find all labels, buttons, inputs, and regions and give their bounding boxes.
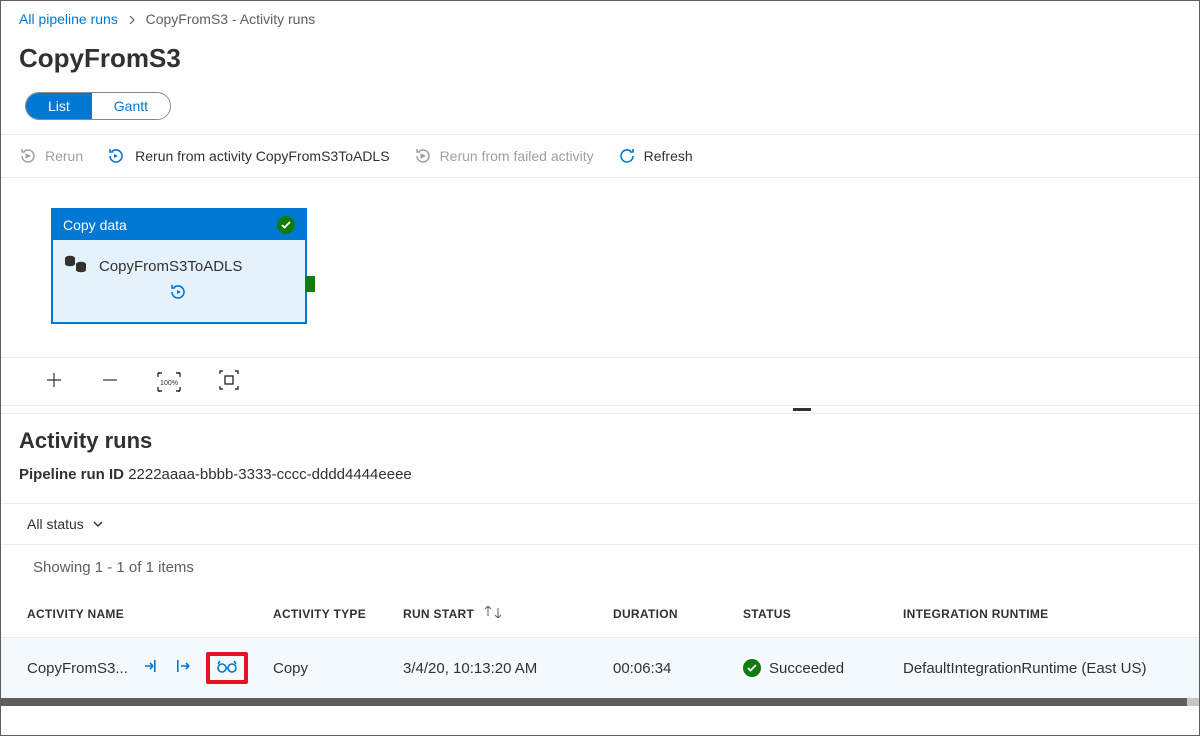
rerun-label: Rerun [45,148,83,164]
success-status-icon [743,659,761,677]
zoom-in-button[interactable] [45,371,63,392]
cell-status: Succeeded [769,660,844,677]
cell-duration: 00:06:34 [601,638,731,699]
sort-icon [484,606,502,618]
input-details-icon[interactable] [142,657,160,679]
rerun-failed-icon [414,147,432,165]
rerun-from-label: Rerun from activity CopyFromS3ToADLS [135,148,389,164]
col-duration[interactable]: DURATION [601,590,731,638]
view-toggle-gantt[interactable]: Gantt [92,93,170,119]
breadcrumb-root-link[interactable]: All pipeline runs [19,11,118,27]
status-filter-label: All status [27,516,84,532]
pipeline-run-id-value: 2222aaaa-bbbb-3333-cccc-dddd4444eeee [128,466,412,483]
refresh-icon [618,147,636,165]
rerun-activity-icon[interactable] [169,283,189,301]
details-glasses-icon[interactable] [206,652,248,684]
table-row[interactable]: CopyFromS3... Copy 3/4/20, 10:13:20 AM [1,638,1199,699]
activity-card-name: CopyFromS3ToADLS [99,258,242,275]
view-toggle-list[interactable]: List [26,93,92,119]
zoom-out-button[interactable] [101,371,119,392]
chevron-down-icon [92,518,104,530]
activity-runs-title: Activity runs [1,414,1199,460]
chevron-right-icon [128,16,136,24]
fit-screen-button[interactable] [219,370,239,393]
zoom-percent-icon: 100% [157,372,181,392]
col-status[interactable]: STATUS [731,590,891,638]
minus-icon [101,371,119,389]
svg-text:100%: 100% [160,380,178,387]
activity-runs-table: ACTIVITY NAME ACTIVITY TYPE RUN START DU… [1,590,1199,698]
rerun-button: Rerun [19,147,83,165]
filter-bar: All status [1,503,1199,545]
refresh-label: Refresh [644,148,693,164]
page-title: CopyFromS3 [1,37,1199,92]
status-filter-dropdown[interactable]: All status [27,516,104,532]
horizontal-scrollbar[interactable] [1,698,1199,706]
breadcrumb: All pipeline runs CopyFromS3 - Activity … [1,1,1199,37]
rerun-failed-label: Rerun from failed activity [440,148,594,164]
zoom-reset-button[interactable]: 100% [157,372,181,392]
view-toggle: List Gantt [25,92,171,120]
rerun-from-icon [107,147,127,165]
rerun-failed-button: Rerun from failed activity [414,147,594,165]
output-details-icon[interactable] [174,657,192,679]
col-run-start[interactable]: RUN START [391,590,601,638]
col-integration-runtime[interactable]: INTEGRATION RUNTIME [891,590,1199,638]
plus-icon [45,371,63,389]
cell-activity-name: CopyFromS3... [27,660,128,677]
canvas-controls: 100% [1,358,1199,406]
success-badge-icon [277,216,295,234]
database-icon [63,254,89,279]
cell-integration-runtime: DefaultIntegrationRuntime (East US) [891,638,1199,699]
panel-resize-handle[interactable] [1,406,1199,414]
fit-screen-icon [219,370,239,390]
toolbar: Rerun Rerun from activity CopyFromS3ToAD… [1,134,1199,178]
refresh-button[interactable]: Refresh [618,147,693,165]
activity-card-header: Copy data [63,217,127,233]
activity-card[interactable]: Copy data CopyFromS3ToADLS [51,208,307,324]
rerun-from-activity-button[interactable]: Rerun from activity CopyFromS3ToADLS [107,147,389,165]
pipeline-run-id: Pipeline run ID 2222aaaa-bbbb-3333-cccc-… [1,460,1199,503]
cell-activity-type: Copy [261,638,391,699]
pipeline-canvas[interactable]: Copy data CopyFromS3ToADLS [1,178,1199,358]
col-activity-type[interactable]: ACTIVITY TYPE [261,590,391,638]
col-activity-name[interactable]: ACTIVITY NAME [1,590,261,638]
breadcrumb-current: CopyFromS3 - Activity runs [146,11,316,27]
cell-run-start: 3/4/20, 10:13:20 AM [391,638,601,699]
rerun-icon [19,147,37,165]
pipeline-run-id-label: Pipeline run ID [19,466,124,483]
result-count: Showing 1 - 1 of 1 items [1,545,1199,590]
connector-handle[interactable] [305,276,315,292]
